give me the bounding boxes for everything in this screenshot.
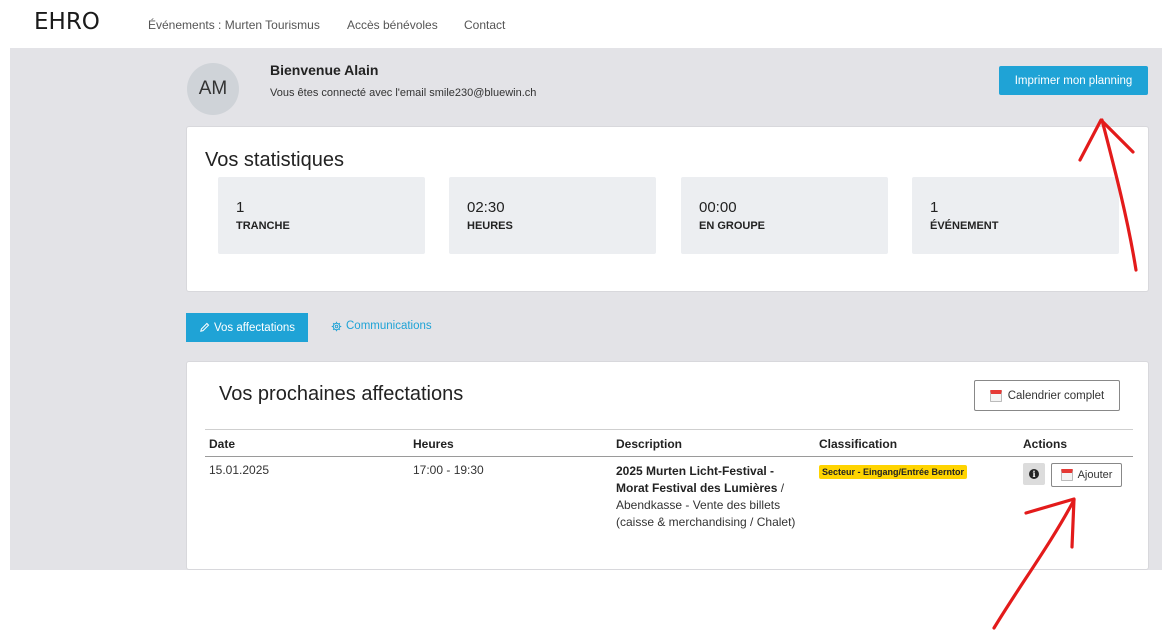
column-header-heures: Heures — [413, 437, 454, 451]
add-to-calendar-button[interactable]: Ajouter — [1051, 463, 1122, 487]
tab-communications[interactable]: Communications — [331, 320, 432, 332]
page: EHRO Événements : Murten Tourismus Accès… — [0, 0, 1162, 630]
task-description: Abendkasse - Vente des billets (caisse &… — [616, 498, 796, 529]
assignments-title: Vos prochaines affectations — [219, 383, 464, 405]
cell-description: 2025 Murten Licht-Festival - Morat Festi… — [616, 463, 806, 531]
description-separator: / — [777, 481, 785, 495]
welcome-heading: Bienvenue Alain — [270, 62, 379, 78]
column-header-classification: Classification — [819, 437, 898, 451]
cell-hours: 17:00 - 19:30 — [413, 463, 484, 477]
column-header-actions: Actions — [1023, 437, 1068, 451]
calendar-icon — [989, 389, 1002, 402]
logo[interactable]: EHRO — [34, 9, 100, 35]
stat-label: TRANCHE — [236, 220, 290, 232]
button-label: Ajouter — [1077, 469, 1113, 481]
stat-box-tranche: 1 TRANCHE — [218, 177, 425, 254]
pencil-icon — [200, 322, 210, 332]
assignments-card: Vos prochaines affectations Calendrier c… — [186, 361, 1149, 570]
full-calendar-button[interactable]: Calendrier complet — [974, 380, 1120, 411]
avatar: AM — [187, 63, 239, 115]
calendar-icon — [1060, 469, 1073, 481]
print-planning-button[interactable]: Imprimer mon planning — [999, 66, 1148, 95]
cell-date: 15.01.2025 — [209, 463, 270, 477]
nav-link-volunteer-access[interactable]: Accès bénévoles — [347, 18, 438, 32]
stat-value: 02:30 — [467, 199, 505, 216]
stat-value: 1 — [236, 199, 245, 216]
tab-vos-affectations[interactable]: Vos affectations — [186, 313, 308, 342]
column-header-description: Description — [616, 437, 683, 451]
info-button[interactable]: i — [1023, 463, 1045, 485]
stat-value: 1 — [930, 199, 939, 216]
table-top-divider — [205, 429, 1133, 430]
statistics-title: Vos statistiques — [205, 149, 344, 171]
stat-box-evenement: 1 ÉVÉNEMENT — [912, 177, 1119, 254]
stat-label: HEURES — [467, 220, 513, 232]
top-navbar: EHRO Événements : Murten Tourismus Accès… — [0, 0, 1162, 48]
nav-link-events[interactable]: Événements : Murten Tourismus — [148, 18, 320, 32]
stat-value: 00:00 — [699, 199, 737, 216]
button-label: Calendrier complet — [1007, 389, 1105, 402]
event-name: 2025 Murten Licht-Festival - Morat Festi… — [616, 464, 778, 495]
stat-label: ÉVÉNEMENT — [930, 220, 999, 232]
stat-box-heures: 02:30 HEURES — [449, 177, 656, 254]
gear-icon — [331, 321, 342, 331]
info-icon: i — [1029, 469, 1039, 479]
table-header-divider — [205, 456, 1133, 457]
classification-badge: Secteur - Eingang/Entrée Berntor — [819, 465, 968, 479]
column-header-date: Date — [209, 437, 236, 451]
email-info: Vous êtes connecté avec l'email smile230… — [270, 87, 537, 99]
tab-label: Vos affectations — [214, 321, 295, 334]
statistics-card: Vos statistiques 1 TRANCHE 02:30 HEURES … — [186, 126, 1149, 292]
tab-label: Communications — [346, 320, 432, 332]
nav-link-contact[interactable]: Contact — [464, 18, 505, 32]
stat-label: EN GROUPE — [699, 220, 766, 232]
stat-box-en-groupe: 00:00 EN GROUPE — [681, 177, 888, 254]
